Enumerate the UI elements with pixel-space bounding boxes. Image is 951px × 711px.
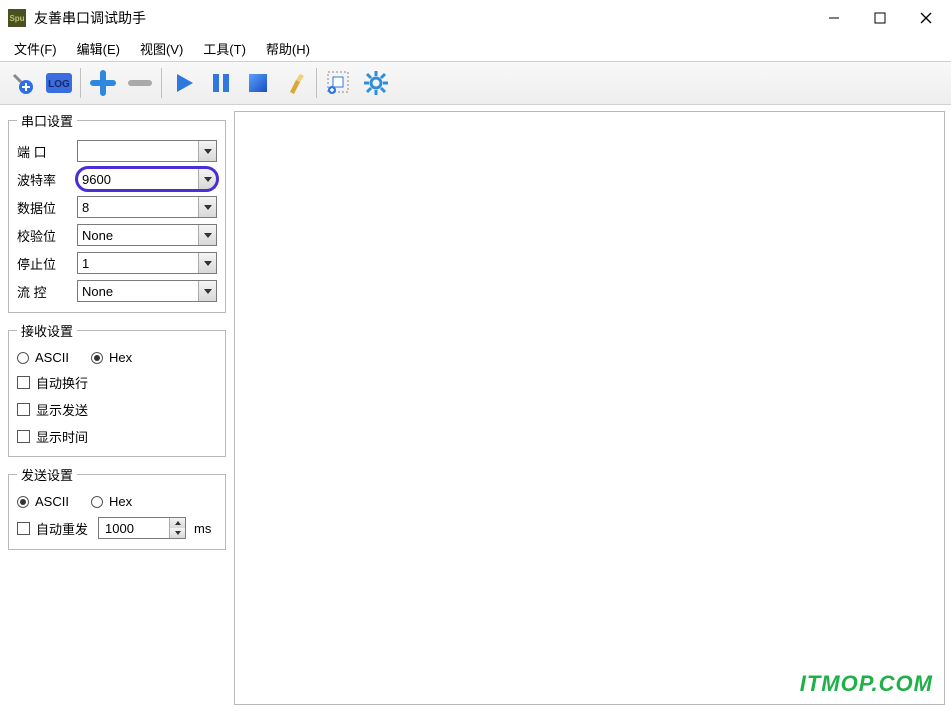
menubar: 文件(F) 编辑(E) 视图(V) 工具(T) 帮助(H) xyxy=(0,36,951,62)
window-controls xyxy=(811,3,949,33)
showsend-label: 显示发送 xyxy=(36,400,88,419)
chevron-down-icon xyxy=(198,225,216,245)
svg-text:LOG: LOG xyxy=(48,79,70,90)
stopbits-label: 停止位 xyxy=(17,254,73,273)
interval-spinner[interactable]: 1000 xyxy=(98,517,186,539)
spin-up-icon[interactable] xyxy=(170,518,185,528)
menu-file[interactable]: 文件(F) xyxy=(4,36,67,61)
play-button[interactable] xyxy=(166,66,201,101)
flow-combo[interactable]: None xyxy=(77,280,217,302)
autowrap-checkbox[interactable]: 自动换行 xyxy=(17,373,217,392)
databits-value: 8 xyxy=(78,200,198,215)
autowrap-label: 自动换行 xyxy=(36,373,88,392)
stop-button[interactable] xyxy=(240,66,275,101)
receive-settings-legend: 接收设置 xyxy=(17,321,77,340)
toolbar-separator xyxy=(316,68,317,98)
send-settings-group: 发送设置 ASCII Hex 自动重发 1000 xyxy=(8,465,226,550)
toolbar-separator xyxy=(161,68,162,98)
baud-value: 9600 xyxy=(78,172,198,187)
send-hex-label: Hex xyxy=(109,494,132,509)
interval-value: 1000 xyxy=(99,518,169,538)
toolbar-separator xyxy=(80,68,81,98)
databits-label: 数据位 xyxy=(17,198,73,217)
toolbar: LOG xyxy=(0,62,951,105)
autorepeat-label: 自动重发 xyxy=(36,519,88,538)
port-label: 端 口 xyxy=(17,142,73,161)
menu-help[interactable]: 帮助(H) xyxy=(256,36,320,61)
flow-value: None xyxy=(78,284,198,299)
parity-label: 校验位 xyxy=(17,226,73,245)
radio-icon xyxy=(17,352,29,364)
menu-tool[interactable]: 工具(T) xyxy=(193,36,256,61)
baud-combo[interactable]: 9600 xyxy=(77,168,217,190)
radio-icon xyxy=(91,352,103,364)
menu-view[interactable]: 视图(V) xyxy=(130,36,193,61)
showtime-checkbox[interactable]: 显示时间 xyxy=(17,427,217,446)
send-settings-legend: 发送设置 xyxy=(17,465,77,484)
baud-label: 波特率 xyxy=(17,170,73,189)
content-area: 串口设置 端 口 波特率 9600 数据位 8 xyxy=(0,105,951,711)
chevron-down-icon xyxy=(198,253,216,273)
flow-label: 流 控 xyxy=(17,282,73,301)
left-panel: 串口设置 端 口 波特率 9600 数据位 8 xyxy=(0,105,232,711)
serial-settings-group: 串口设置 端 口 波特率 9600 数据位 8 xyxy=(8,111,226,313)
checkbox-icon xyxy=(17,403,30,416)
radio-icon xyxy=(91,496,103,508)
autorepeat-checkbox[interactable]: 自动重发 xyxy=(17,519,88,538)
app-icon: Spu xyxy=(8,9,26,27)
checkbox-icon xyxy=(17,430,30,443)
parity-value: None xyxy=(78,228,198,243)
checkbox-icon xyxy=(17,522,30,535)
chevron-down-icon xyxy=(198,281,216,301)
recv-hex-label: Hex xyxy=(109,350,132,365)
port-combo[interactable] xyxy=(77,140,217,162)
recv-hex-radio[interactable]: Hex xyxy=(91,350,132,365)
add-button[interactable] xyxy=(85,66,120,101)
new-window-button[interactable] xyxy=(321,66,356,101)
titlebar: Spu 友善串口调试助手 xyxy=(0,0,951,36)
clear-button[interactable] xyxy=(277,66,312,101)
menu-edit[interactable]: 编辑(E) xyxy=(67,36,130,61)
checkbox-icon xyxy=(17,376,30,389)
radio-icon xyxy=(17,496,29,508)
send-hex-radio[interactable]: Hex xyxy=(91,494,132,509)
recv-ascii-label: ASCII xyxy=(35,350,69,365)
recv-ascii-radio[interactable]: ASCII xyxy=(17,350,69,365)
stopbits-value: 1 xyxy=(78,256,198,271)
spin-down-icon[interactable] xyxy=(170,528,185,538)
pause-button[interactable] xyxy=(203,66,238,101)
stopbits-combo[interactable]: 1 xyxy=(77,252,217,274)
watermark: ITMOP.COM xyxy=(800,671,933,697)
connect-button[interactable] xyxy=(4,66,39,101)
interval-unit: ms xyxy=(194,521,211,536)
send-ascii-radio[interactable]: ASCII xyxy=(17,494,69,509)
send-ascii-label: ASCII xyxy=(35,494,69,509)
minimize-button[interactable] xyxy=(811,3,857,33)
serial-settings-legend: 串口设置 xyxy=(17,111,77,130)
receive-settings-group: 接收设置 ASCII Hex 自动换行 显示发送 xyxy=(8,321,226,457)
showtime-label: 显示时间 xyxy=(36,427,88,446)
showsend-checkbox[interactable]: 显示发送 xyxy=(17,400,217,419)
spinner-controls xyxy=(169,518,185,538)
remove-button[interactable] xyxy=(122,66,157,101)
output-area[interactable] xyxy=(234,111,945,705)
parity-combo[interactable]: None xyxy=(77,224,217,246)
settings-button[interactable] xyxy=(358,66,393,101)
chevron-down-icon xyxy=(198,197,216,217)
chevron-down-icon xyxy=(198,141,216,161)
maximize-button[interactable] xyxy=(857,3,903,33)
close-button[interactable] xyxy=(903,3,949,33)
window-title: 友善串口调试助手 xyxy=(34,8,811,28)
chevron-down-icon xyxy=(198,169,216,189)
databits-combo[interactable]: 8 xyxy=(77,196,217,218)
log-button[interactable]: LOG xyxy=(41,66,76,101)
